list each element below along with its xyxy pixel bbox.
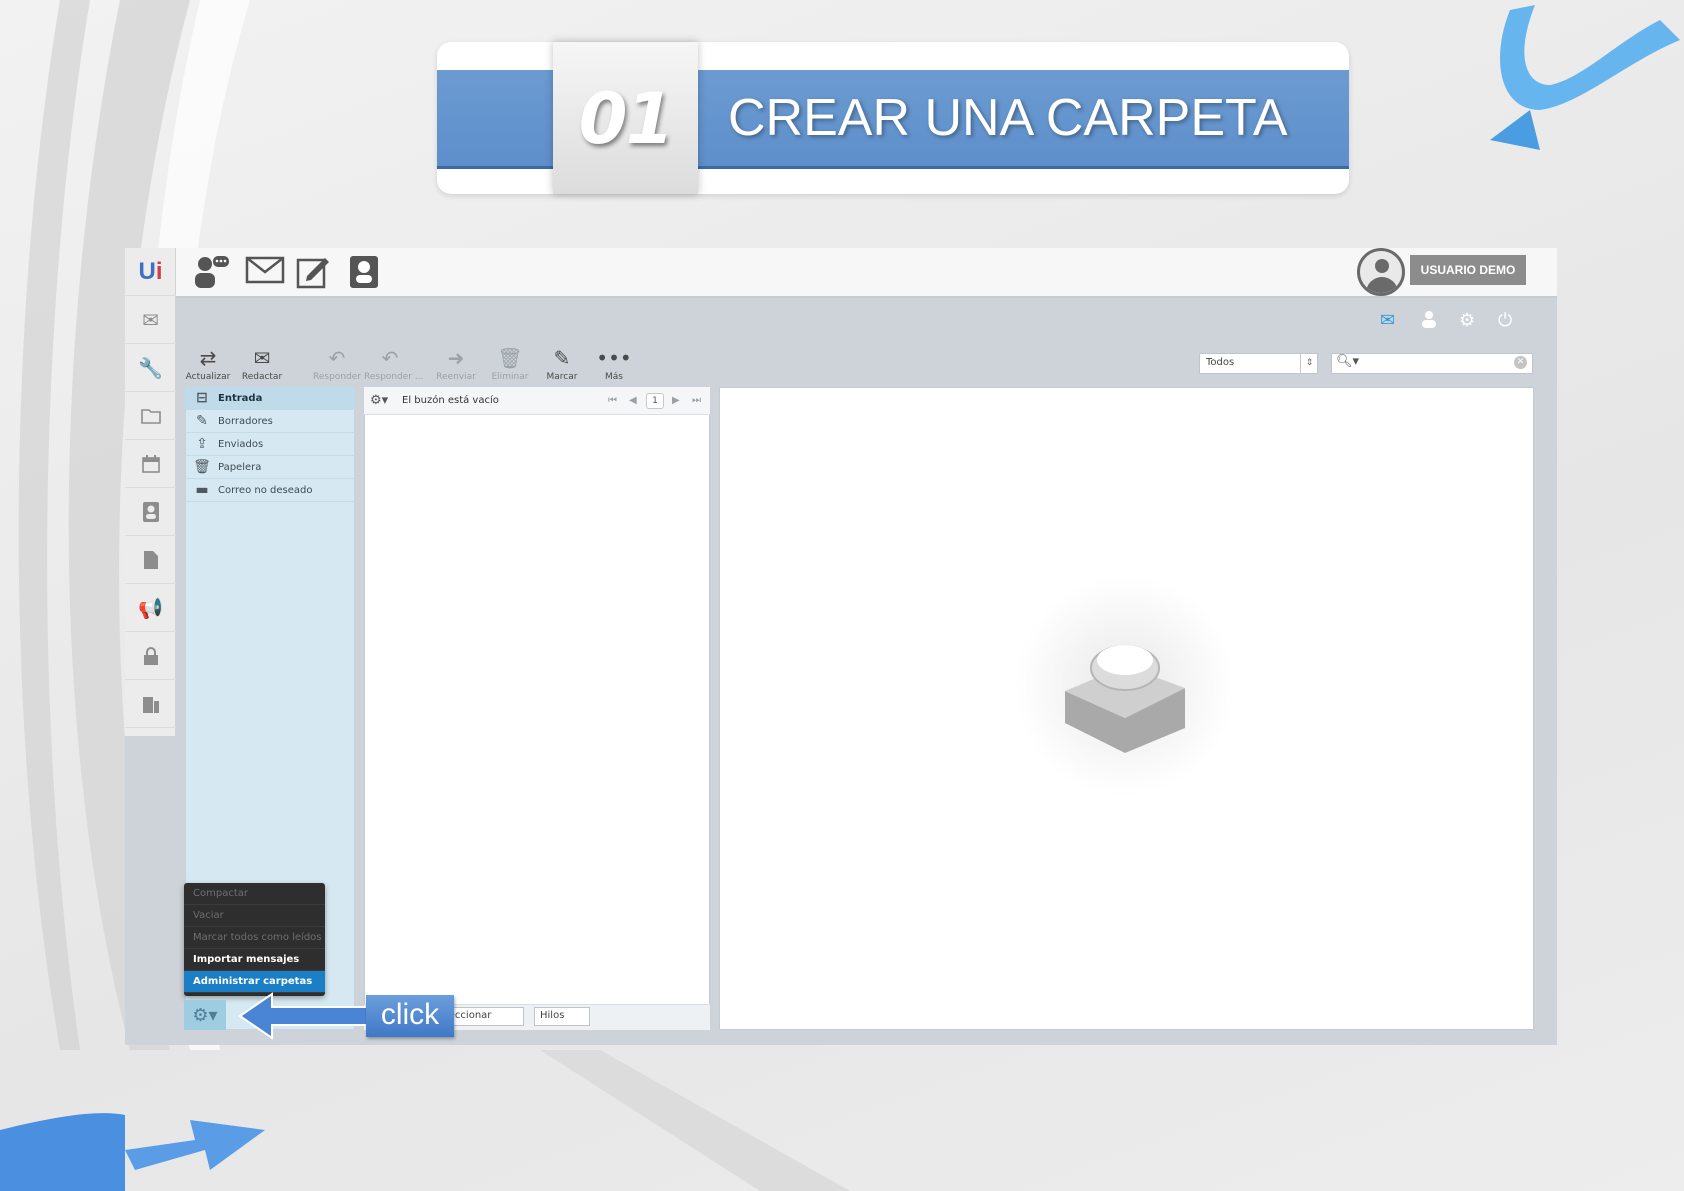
power-util-icon[interactable]: ⏻ xyxy=(1498,310,1512,331)
nav-contacts-icon[interactable] xyxy=(125,488,176,536)
prev-page-icon[interactable]: ◀ xyxy=(629,395,637,406)
message-list-panel xyxy=(364,387,710,1030)
nav-document-icon[interactable] xyxy=(125,536,176,584)
callout-arrow-icon xyxy=(238,992,376,1040)
avatar-head xyxy=(1375,259,1389,273)
mail-util-icon[interactable]: ✉ xyxy=(1380,310,1395,331)
trash-icon: 🗑 xyxy=(497,346,523,370)
menu-item-marcar-leidos[interactable]: Marcar todos como leídos xyxy=(184,927,325,949)
nav-folder-icon[interactable] xyxy=(125,392,176,440)
sent-icon: ⇪ xyxy=(196,436,208,452)
compose-icon[interactable] xyxy=(295,254,331,298)
mail-icon[interactable] xyxy=(245,254,285,294)
folder-item-enviados[interactable]: ⇪ Enviados xyxy=(185,433,355,456)
nav-calendar-icon[interactable] xyxy=(125,440,176,488)
page-number[interactable]: 1 xyxy=(646,393,664,409)
forward-icon: ➜ xyxy=(447,346,465,370)
user-menu-button[interactable]: USUARIO DEMO xyxy=(1410,255,1526,285)
inbox-icon: ⊟ xyxy=(196,390,208,406)
first-page-icon[interactable]: ⏮ xyxy=(608,395,617,406)
folder-item-entrada[interactable]: ⊟ Entrada xyxy=(185,387,355,410)
more-button[interactable]: ••• Más xyxy=(588,346,640,382)
menu-item-vaciar[interactable]: Vaciar xyxy=(184,905,325,927)
app-topbar xyxy=(125,248,1557,298)
nav-wrench-icon[interactable]: 🔧 xyxy=(125,344,176,392)
clear-search-icon[interactable]: ✕ xyxy=(1514,356,1527,369)
folder-item-papelera[interactable]: 🗑 Papelera xyxy=(185,456,355,479)
select-arrows-icon: ⇕ xyxy=(1300,353,1318,374)
delete-button[interactable]: 🗑 Eliminar xyxy=(484,346,536,382)
reply-all-button[interactable]: ↶ Responder ... xyxy=(364,346,423,382)
nav-mail-icon[interactable]: ✉ xyxy=(125,296,176,344)
roundcube-logo-icon xyxy=(1015,576,1235,796)
compose-mail-icon: ✉ xyxy=(253,346,271,370)
nav-megaphone-icon[interactable]: 📢 xyxy=(125,584,176,632)
avatar[interactable] xyxy=(1357,248,1405,296)
app-left-nav: Ui ✉ 🔧 📢 xyxy=(125,248,176,736)
reply-button[interactable]: ↶ Responder xyxy=(311,346,363,382)
pencil-icon: ✎ xyxy=(196,413,208,429)
forward-button[interactable]: ➜ Reenviar xyxy=(430,346,482,382)
search-input[interactable] xyxy=(1331,353,1533,374)
list-options-gear-icon[interactable]: ⚙▾ xyxy=(370,393,388,408)
contacts-icon[interactable] xyxy=(347,254,381,298)
nav-exit-icon[interactable] xyxy=(125,680,176,728)
app-logo[interactable]: Ui xyxy=(125,248,176,296)
mark-button[interactable]: ✎ Marcar xyxy=(536,346,588,382)
users-icon[interactable] xyxy=(193,254,233,298)
user-util-icon[interactable] xyxy=(1420,310,1438,333)
reply-all-icon: ↶ xyxy=(381,346,399,370)
mark-pen-icon: ✎ xyxy=(553,346,571,370)
click-callout: click xyxy=(366,995,454,1037)
refresh-icon: ⇄ xyxy=(199,346,217,370)
refresh-button[interactable]: ⇄ Actualizar xyxy=(182,346,234,382)
preview-pane xyxy=(719,387,1534,1030)
compose-button[interactable]: ✉ Redactar xyxy=(236,346,288,382)
menu-item-importar-mensajes[interactable]: Importar mensajes xyxy=(184,949,325,971)
folder-settings-gear-button[interactable]: ⚙▾ xyxy=(184,1000,226,1030)
step-title: CREAR UNA CARPETA xyxy=(728,89,1288,147)
last-page-icon[interactable]: ⏭ xyxy=(692,395,701,406)
search-icon[interactable]: 🔍︎▾ xyxy=(1336,354,1359,369)
reply-icon: ↶ xyxy=(328,346,346,370)
trash-icon: 🗑 xyxy=(193,459,211,475)
next-page-icon[interactable]: ▶ xyxy=(672,395,680,406)
empty-mailbox-text: El buzón está vacío xyxy=(402,395,499,406)
folder-icon: ▬ xyxy=(195,482,209,498)
step-number: 01 xyxy=(578,78,674,160)
gear-util-icon[interactable]: ⚙ xyxy=(1459,310,1475,331)
folder-item-correo-no-deseado[interactable]: ▬ Correo no deseado xyxy=(185,479,355,502)
menu-item-compactar[interactable]: Compactar xyxy=(184,883,325,905)
more-dots-icon: ••• xyxy=(596,346,632,370)
nav-lock-icon[interactable] xyxy=(125,632,176,680)
threads-dropdown[interactable]: Hilos xyxy=(534,1007,590,1026)
folder-item-borradores[interactable]: ✎ Borradores xyxy=(185,410,355,433)
